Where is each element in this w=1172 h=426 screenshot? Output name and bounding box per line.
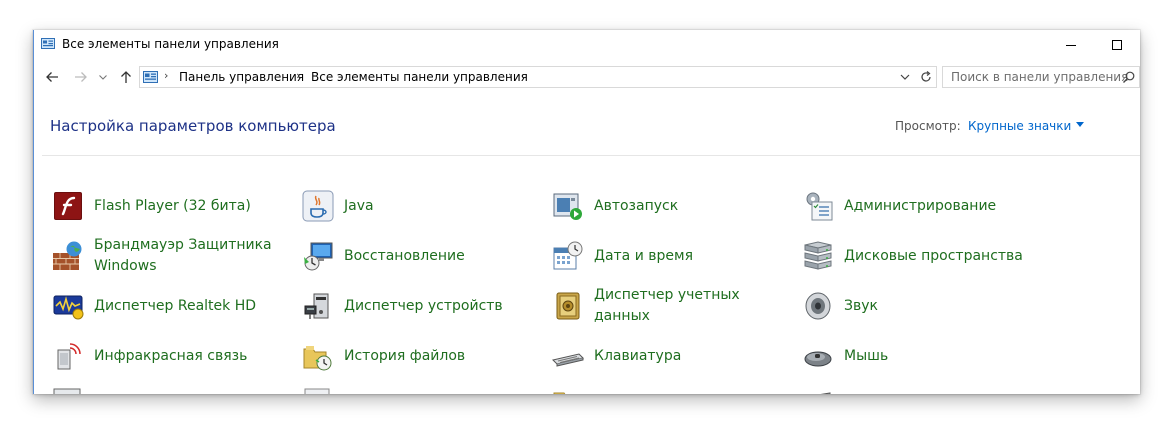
item-file-history[interactable]: История файлов: [302, 333, 542, 379]
breadcrumb-separator: ›: [296, 69, 301, 82]
view-by-label: Просмотр:: [895, 119, 961, 133]
speaker-icon: [805, 292, 831, 320]
item-keyboard[interactable]: Клавиатура: [552, 333, 792, 379]
item-java[interactable]: Java: [302, 183, 542, 229]
arrow-left-icon: [46, 72, 58, 82]
item-administrative-tools[interactable]: Администрирование: [802, 183, 1042, 229]
address-bar[interactable]: › Панель управления › Все элементы панел…: [139, 66, 937, 88]
refresh-icon[interactable]: [919, 70, 933, 84]
item-label: История файлов: [344, 347, 466, 364]
control-panel-icon: [143, 71, 158, 83]
autoplay-icon: [553, 193, 582, 220]
item-mouse[interactable]: Мышь: [802, 333, 1042, 379]
maximize-icon: [1112, 40, 1122, 50]
search-input[interactable]: Поиск в панели управления: [942, 66, 1140, 88]
back-button[interactable]: [44, 68, 62, 86]
item-firewall[interactable]: Брандмауэр Защитника Windows: [52, 233, 292, 279]
folder-icon: [553, 392, 566, 394]
item-network-connections[interactable]: Подключения к: [802, 378, 1042, 394]
item-flash-player[interactable]: Flash Player (32 бита): [52, 183, 292, 229]
minimize-icon: [1066, 45, 1076, 46]
network-connections-icon: [820, 392, 831, 394]
chevron-down-icon: [99, 75, 107, 80]
item-label: Подключения к: [844, 378, 1034, 395]
flash-icon: [54, 192, 82, 220]
item-storage-spaces[interactable]: Дисковые пространства: [802, 233, 1042, 279]
caret-down-icon: [1076, 122, 1085, 127]
calendar-clock-icon: [553, 241, 583, 270]
forward-button[interactable]: [72, 68, 90, 86]
admin-tools-icon: [806, 192, 833, 221]
item-label: [594, 378, 784, 394]
item-label: Клавиатура: [594, 347, 682, 364]
item-realtek-hd[interactable]: Диспетчер Realtek HD: [52, 283, 292, 329]
java-icon: [302, 190, 334, 222]
item-infrared[interactable]: Инфракрасная связь: [52, 333, 292, 379]
breadcrumb-all-items[interactable]: Все элементы панели управления: [311, 70, 528, 84]
item-device-manager[interactable]: Диспетчер устройств: [302, 283, 542, 329]
file-history-icon: [303, 346, 332, 371]
item-credential-manager[interactable]: Диспетчер учетных данных: [552, 283, 792, 329]
item-autoplay[interactable]: Автозапуск: [552, 183, 792, 229]
item-label: Диспетчер Realtek HD: [94, 297, 257, 314]
item-label: Мышь: [844, 347, 889, 364]
item-label: Flash Player (32 бита): [94, 197, 251, 214]
breadcrumb-separator: ›: [508, 69, 513, 82]
realtek-icon: [53, 295, 84, 320]
mouse-icon: [804, 351, 832, 367]
storage-spaces-icon: [804, 241, 832, 270]
item-label: Диспетчер учетных данных: [594, 287, 740, 324]
item-label: Диспетчер устройств: [344, 297, 503, 314]
view-by-dropdown[interactable]: Крупные значки: [968, 119, 1085, 133]
page-title: Настройка параметров компьютера: [50, 117, 336, 135]
item-label: Восстановление: [344, 247, 465, 264]
infrared-icon: [57, 343, 81, 370]
up-button[interactable]: [117, 68, 135, 86]
item-label: Дисковые пространства: [844, 247, 1023, 264]
keyboard-icon: [552, 353, 584, 367]
chevron-down-icon[interactable]: [899, 70, 911, 84]
device-manager-icon: [304, 293, 329, 319]
taskbar-icon: [53, 388, 81, 394]
item-label: Администрирование: [844, 197, 997, 214]
recent-locations-button[interactable]: [97, 68, 109, 86]
view-by-value: Крупные значки: [968, 119, 1072, 133]
search-icon[interactable]: [1122, 70, 1136, 84]
credential-vault-icon: [556, 292, 580, 320]
item-label: Панель задач и: [94, 378, 284, 395]
item-label: Дата и время: [594, 247, 693, 264]
item-sound[interactable]: Звук: [802, 283, 1042, 329]
control-panel-window: Все элементы панели управления › Панель …: [33, 30, 1140, 394]
item-taskbar[interactable]: Панель задач и: [52, 378, 292, 394]
firewall-icon: [53, 241, 82, 270]
item-label: Инфракрасная связь: [94, 347, 248, 364]
item-recovery[interactable]: Восстановление: [302, 233, 542, 279]
item-label: Автозапуск: [594, 197, 679, 214]
recovery-icon: [304, 242, 333, 271]
item-options[interactable]: Параметры: [302, 378, 542, 394]
item-label: Звук: [844, 297, 878, 314]
item-folder[interactable]: [552, 378, 792, 394]
options-icon: [304, 388, 330, 394]
breadcrumb-control-panel[interactable]: Панель управления: [179, 70, 304, 84]
close-button[interactable]: [1123, 30, 1140, 60]
control-panel-icon: [41, 38, 55, 49]
header-divider: [42, 155, 1140, 156]
item-label: Java: [344, 197, 374, 214]
arrow-right-icon: [75, 72, 87, 82]
item-label: Брандмауэр Защитника Windows: [94, 237, 272, 274]
item-date-time[interactable]: Дата и время: [552, 233, 792, 279]
title-bar: Все элементы панели управления: [33, 30, 1140, 60]
item-label: Параметры: [344, 378, 534, 395]
window-title: Все элементы панели управления: [62, 37, 279, 51]
arrow-up-icon: [121, 71, 131, 83]
minimize-button[interactable]: [1048, 30, 1094, 60]
breadcrumb-separator: ›: [164, 69, 169, 82]
search-placeholder: Поиск в панели управления: [951, 70, 1129, 84]
